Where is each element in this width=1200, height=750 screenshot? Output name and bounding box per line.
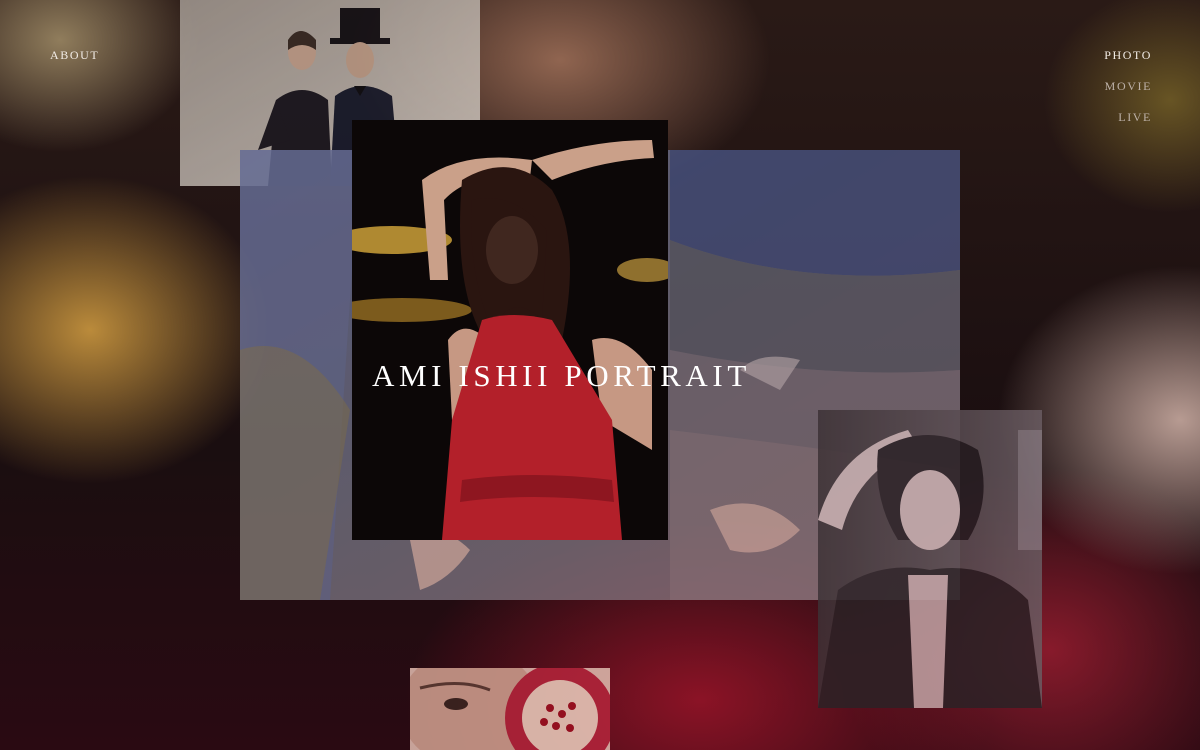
- nav-live-link[interactable]: LIVE: [1118, 110, 1152, 125]
- man-portrait-photo[interactable]: [818, 410, 1042, 708]
- red-dress-portrait-photo[interactable]: [352, 120, 668, 540]
- pomegranate-portrait-photo[interactable]: [410, 668, 610, 750]
- hero-title: AMI ISHII PORTRAIT: [372, 358, 751, 393]
- nav-photo-link[interactable]: PHOTO: [1104, 48, 1152, 63]
- nav-about-link[interactable]: ABOUT: [50, 48, 99, 63]
- nav-menu: PHOTO MOVIE LIVE: [1104, 48, 1152, 125]
- nav-movie-link[interactable]: MOVIE: [1105, 79, 1152, 94]
